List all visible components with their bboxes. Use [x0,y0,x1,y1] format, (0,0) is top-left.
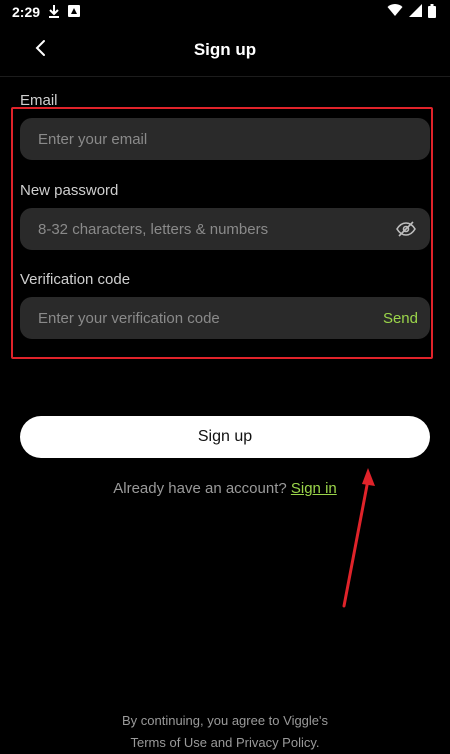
status-time: 2:29 [12,4,41,20]
status-bar: 2:29 [0,0,450,24]
terms-footer: By continuing, you agree to Viggle's Ter… [0,710,450,754]
status-left: 2:29 [12,4,81,21]
verification-input[interactable] [36,308,383,328]
signin-link[interactable]: Sign in [291,480,337,497]
terms-line-2[interactable]: Terms of Use and Privacy Policy. [0,732,450,754]
app-header: Sign up [0,24,450,77]
signal-icon [409,4,422,20]
verification-label: Verification code [20,271,131,288]
password-field[interactable] [20,208,430,250]
wifi-icon [387,4,403,20]
email-field[interactable] [20,118,430,160]
download-icon [48,4,60,21]
page-title: Sign up [193,40,257,59]
signin-prompt-text: Already have an account? [113,480,287,497]
password-input[interactable] [36,219,394,239]
signin-prompt: Already have an account? Sign in [0,480,450,497]
terms-line-1: By continuing, you agree to Viggle's [121,713,329,728]
email-label: Email [20,92,58,109]
battery-icon [428,3,436,21]
send-code-button[interactable]: Send [383,310,418,327]
password-label: New password [20,182,119,199]
annotation-arrow [342,468,375,608]
app-icon [68,4,81,20]
status-right [387,3,436,21]
email-input[interactable] [36,129,418,149]
eye-off-icon[interactable] [394,217,418,241]
verification-field[interactable]: Send [20,297,430,339]
signup-button[interactable]: Sign up [20,416,430,458]
